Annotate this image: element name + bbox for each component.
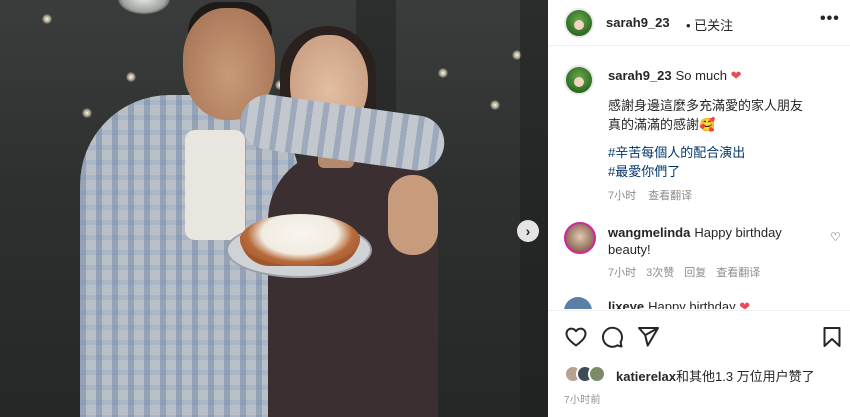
light-bulb	[42, 14, 52, 24]
caption-username[interactable]: sarah9_23	[608, 68, 672, 83]
woman-hand	[388, 175, 438, 255]
likes-text: katierelax和其他1.3 万位用户赞了	[616, 366, 815, 385]
post-side-panel: sarah9_23 • 已关注 ••• sarah9_23 So much ❤ 感…	[548, 0, 850, 417]
like-comment-heart-icon[interactable]: ♡	[830, 230, 841, 244]
likes-summary[interactable]: katierelax和其他1.3 万位用户赞了	[564, 363, 844, 385]
comments-section[interactable]: sarah9_23 So much ❤ 感謝身邊這麼多充滿愛的家人朋友 真的滿滿的…	[548, 47, 850, 309]
man-shirt	[185, 130, 245, 240]
birthday-cake	[240, 214, 360, 266]
red-heart-icon: ❤	[739, 299, 751, 309]
caption-meta: 7小时 查看翻译	[608, 187, 704, 203]
comment-item: lixeye Happy birthday ❤	[608, 299, 750, 309]
light-bulb	[438, 68, 448, 78]
more-options-icon[interactable]: •••	[820, 10, 840, 28]
commenter-username[interactable]: wangmelinda	[608, 225, 690, 240]
caption-text: So much	[675, 68, 727, 83]
light-bulb	[82, 108, 92, 118]
commenter-avatar[interactable]	[564, 222, 596, 254]
ceiling-lamp	[118, 0, 170, 14]
reply-button[interactable]: 回复	[684, 267, 706, 279]
post-timestamp: 7小时前	[564, 395, 601, 406]
hashtag-link[interactable]: #辛苦每個人的配合演出	[608, 143, 838, 162]
see-translation-link[interactable]: 查看翻译	[716, 267, 760, 279]
caption-header: sarah9_23 So much ❤	[608, 68, 741, 84]
comment-time: 7小时	[608, 267, 637, 279]
bookmark-icon[interactable]	[820, 325, 844, 349]
comment-meta: 7小时 3次赞 回复 查看翻译	[608, 264, 770, 280]
follow-status[interactable]: • 已关注	[686, 15, 733, 34]
commenter-username[interactable]: lixeye	[608, 299, 644, 309]
caption-line: 真的滿滿的感謝🥰	[608, 117, 716, 132]
light-bulb	[490, 100, 500, 110]
commenter-avatar[interactable]	[564, 297, 592, 309]
author-avatar[interactable]	[564, 8, 594, 38]
comment-likes[interactable]: 3次赞	[646, 267, 674, 279]
caption-time: 7小时	[608, 190, 637, 202]
next-photo-button[interactable]: ›	[517, 220, 539, 242]
see-translation-link[interactable]: 查看翻译	[648, 190, 692, 202]
post-actions: katierelax和其他1.3 万位用户赞了 7小时前	[548, 310, 850, 417]
window-frame	[520, 0, 548, 417]
hashtag-link[interactable]: #最愛你們了	[608, 162, 838, 181]
liker-avatar	[588, 365, 606, 383]
author-username[interactable]: sarah9_23	[606, 15, 670, 30]
post-photo[interactable]: ›	[0, 0, 548, 417]
post-header: sarah9_23 • 已关注 •••	[548, 0, 850, 46]
red-heart-icon: ❤	[730, 68, 742, 83]
comment-bubble-icon[interactable]	[600, 325, 624, 349]
caption-line: 感謝身邊這麼多充滿愛的家人朋友	[608, 98, 804, 113]
like-heart-icon[interactable]	[564, 325, 588, 349]
comment-text: Happy birthday	[648, 299, 736, 309]
likes-count-text: 和其他1.3 万位用户赞了	[676, 369, 815, 384]
caption-body: 感謝身邊這麼多充滿愛的家人朋友 真的滿滿的感謝🥰 #辛苦每個人的配合演出 #最愛…	[608, 96, 838, 181]
chevron-right-icon: ›	[525, 223, 531, 239]
light-bulb	[126, 72, 136, 82]
liker-username[interactable]: katierelax	[616, 369, 676, 384]
caption-avatar[interactable]	[564, 65, 594, 95]
share-paper-plane-icon[interactable]	[636, 325, 660, 349]
comment-item: wangmelinda Happy birthday beauty!	[608, 224, 823, 258]
